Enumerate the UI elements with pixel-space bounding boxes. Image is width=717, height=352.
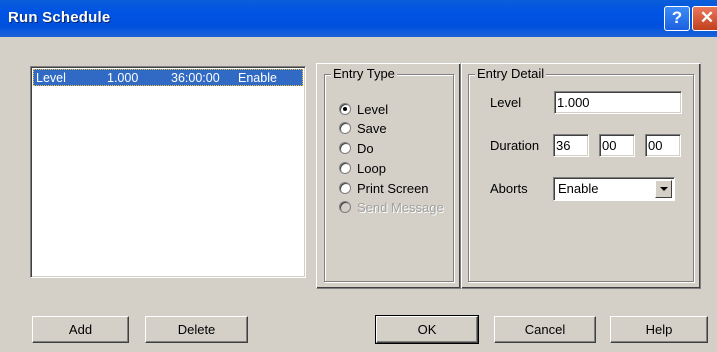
radio-label-level: Level bbox=[357, 102, 389, 117]
radio-label-print-screen: Print Screen bbox=[357, 181, 429, 196]
radio-button[interactable] bbox=[339, 182, 351, 194]
radio-label-loop: Loop bbox=[357, 161, 386, 176]
help-button[interactable]: Help bbox=[610, 316, 708, 343]
list-item[interactable]: Level 1.000 36:00:00 Enable bbox=[33, 69, 303, 86]
entry-type-group: Entry Type Level Save Do Loop Print Scre… bbox=[324, 66, 454, 282]
list-item-value: 1.000 bbox=[107, 71, 139, 85]
ok-button[interactable]: OK bbox=[375, 315, 479, 344]
entry-detail-panel: Entry Detail Level Duration Aborts Enabl… bbox=[461, 63, 701, 289]
title-bar[interactable]: Run Schedule ? ✕ bbox=[0, 0, 717, 37]
list-item-type: Level bbox=[36, 71, 66, 85]
chevron-down-icon[interactable] bbox=[655, 180, 672, 198]
radio-label-do: Do bbox=[357, 141, 374, 156]
cancel-button[interactable]: Cancel bbox=[494, 316, 596, 343]
duration-label: Duration bbox=[490, 138, 540, 153]
close-icon[interactable]: ✕ bbox=[692, 6, 717, 31]
aborts-select-value: Enable bbox=[558, 181, 599, 196]
entry-detail-group: Entry Detail Level Duration Aborts Enabl… bbox=[468, 66, 694, 282]
radio-label-send-message: Send Message bbox=[357, 200, 444, 215]
run-schedule-dialog: Run Schedule ? ✕ Level 1.000 36:00:00 En… bbox=[0, 0, 717, 352]
aborts-label: Aborts bbox=[490, 181, 528, 196]
radio-button[interactable] bbox=[339, 103, 351, 115]
delete-button[interactable]: Delete bbox=[145, 316, 248, 343]
radio-button bbox=[339, 201, 351, 213]
radio-button[interactable] bbox=[339, 122, 351, 134]
radio-button[interactable] bbox=[339, 142, 351, 154]
list-item-duration: 36:00:00 bbox=[171, 71, 220, 85]
duration-seconds-input[interactable] bbox=[645, 134, 681, 157]
radio-label-save: Save bbox=[357, 121, 387, 136]
add-button[interactable]: Add bbox=[32, 316, 129, 343]
help-icon[interactable]: ? bbox=[664, 6, 690, 31]
list-item-aborts: Enable bbox=[238, 71, 277, 85]
radio-button[interactable] bbox=[339, 162, 351, 174]
duration-minutes-input[interactable] bbox=[599, 134, 635, 157]
level-input[interactable] bbox=[554, 91, 682, 114]
aborts-select[interactable]: Enable bbox=[553, 177, 675, 201]
entry-type-panel: Entry Type Level Save Do Loop Print Scre… bbox=[316, 63, 461, 289]
schedule-list[interactable]: Level 1.000 36:00:00 Enable bbox=[30, 66, 306, 278]
level-label: Level bbox=[490, 95, 522, 110]
window-title: Run Schedule bbox=[8, 9, 111, 26]
entry-detail-legend: Entry Detail bbox=[475, 66, 547, 81]
duration-hours-input[interactable] bbox=[553, 134, 589, 157]
entry-type-legend: Entry Type bbox=[331, 66, 397, 81]
